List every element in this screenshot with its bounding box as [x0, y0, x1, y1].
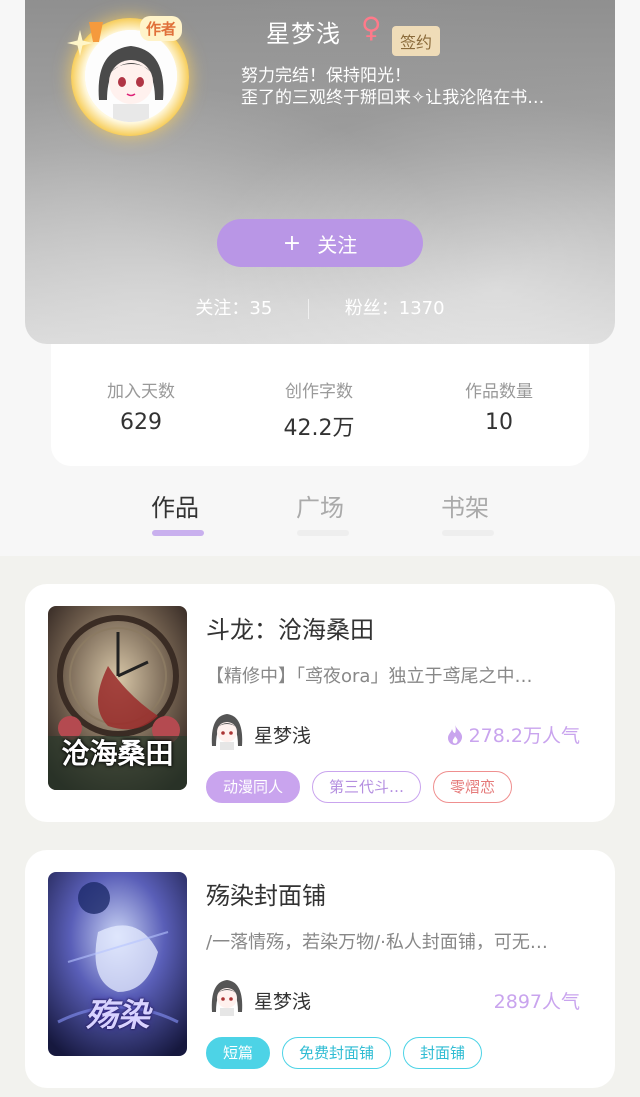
avatar[interactable]: 作者	[65, 0, 200, 136]
stat-value: 42.2万	[283, 416, 355, 441]
popularity-value: 278.2万人气	[468, 725, 580, 747]
flame-icon	[447, 724, 462, 745]
bio-line: 努力完结！保持阳光！	[241, 66, 411, 86]
follow-stats: 关注：35 粉丝：1370	[25, 294, 615, 320]
stat-value: 10	[485, 410, 513, 435]
tag[interactable]: 动漫同人	[206, 771, 301, 803]
tab-label: 广场	[296, 494, 344, 522]
author-badge: 作者	[140, 16, 183, 41]
author-avatar[interactable]	[208, 976, 246, 1016]
stat-join-days: 加入天数 629	[51, 377, 231, 435]
tab-bookshelf[interactable]: 书架	[420, 488, 510, 536]
author-name[interactable]: 星梦浅	[254, 987, 311, 1014]
tab-works[interactable]: 作品	[130, 488, 220, 536]
cover-title: 殇染	[85, 996, 150, 1034]
popularity-value: 2897人气	[493, 991, 580, 1013]
plus-icon: +	[282, 230, 302, 256]
book-description: 【精修中】「鸢夜ora」独立于鸢尾之中…	[206, 666, 533, 687]
tag-list: 动漫同人 第三代斗… 零熠恋	[206, 771, 513, 803]
following-count[interactable]: 关注：35	[195, 298, 272, 319]
follow-button[interactable]: + 关注	[217, 219, 423, 267]
tag[interactable]: 零熠恋	[433, 771, 513, 803]
stat-works-count: 作品数量 10	[409, 377, 589, 435]
profile-header: 作者 星梦浅 ♀ 签约 努力完结！保持阳光！ 歪了的三观终于掰回来✧让我沦陷在书…	[25, 0, 615, 344]
divider	[308, 299, 310, 319]
follow-label: 关注	[317, 232, 358, 257]
stat-label: 作品数量	[465, 382, 533, 402]
user-bio[interactable]: 努力完结！保持阳光！ 歪了的三观终于掰回来✧让我沦陷在书…	[241, 65, 581, 109]
tag[interactable]: 封面铺	[403, 1037, 483, 1069]
female-gender-icon: ♀	[361, 11, 382, 44]
tab-label: 作品	[151, 494, 199, 522]
user-name: 星梦浅	[266, 20, 341, 48]
stat-label: 创作字数	[285, 382, 353, 402]
fans-count[interactable]: 粉丝：1370	[345, 298, 445, 319]
tag-list: 短篇 免费封面铺 封面铺	[206, 1037, 483, 1069]
popularity: 2897人气	[494, 987, 580, 1014]
cover-title: 沧海桑田	[61, 737, 174, 770]
book-cover[interactable]: 殇染	[48, 872, 187, 1056]
bio-line: 歪了的三观终于掰回来✧让我沦陷在书…	[241, 88, 545, 108]
popularity: 278.2万人气	[447, 721, 580, 748]
book-card[interactable]: 沧海桑田 斗龙：沧海桑田 【精修中】「鸢夜ora」独立于鸢尾之中… 星梦浅 27…	[25, 584, 615, 822]
stat-value: 629	[120, 410, 162, 435]
book-title[interactable]: 斗龙：沧海桑田	[206, 610, 374, 645]
book-card[interactable]: 殇染 殇染封面铺 /一落情殇，若染万物/·私人封面铺，可无… 星梦浅 2897人…	[25, 850, 615, 1088]
tag[interactable]: 短篇	[206, 1037, 271, 1069]
stats-card: 加入天数 629 创作字数 42.2万 作品数量 10	[51, 344, 589, 466]
stat-word-count: 创作字数 42.2万	[229, 377, 409, 442]
book-title[interactable]: 殇染封面铺	[206, 876, 326, 911]
signed-badge: 签约	[392, 26, 441, 56]
tab-indicator	[442, 530, 494, 536]
tab-indicator	[297, 530, 349, 536]
tab-label: 书架	[441, 494, 489, 522]
pencil-icon	[89, 22, 103, 42]
author-avatar[interactable]	[208, 710, 246, 750]
stat-label: 加入天数	[107, 382, 175, 402]
tag[interactable]: 免费封面铺	[282, 1037, 392, 1069]
book-cover[interactable]: 沧海桑田	[48, 606, 187, 790]
tab-plaza[interactable]: 广场	[275, 488, 365, 536]
tab-indicator	[152, 530, 204, 536]
book-description: /一落情殇，若染万物/·私人封面铺，可无…	[206, 932, 548, 953]
author-name[interactable]: 星梦浅	[254, 721, 311, 748]
tag[interactable]: 第三代斗…	[312, 771, 422, 803]
